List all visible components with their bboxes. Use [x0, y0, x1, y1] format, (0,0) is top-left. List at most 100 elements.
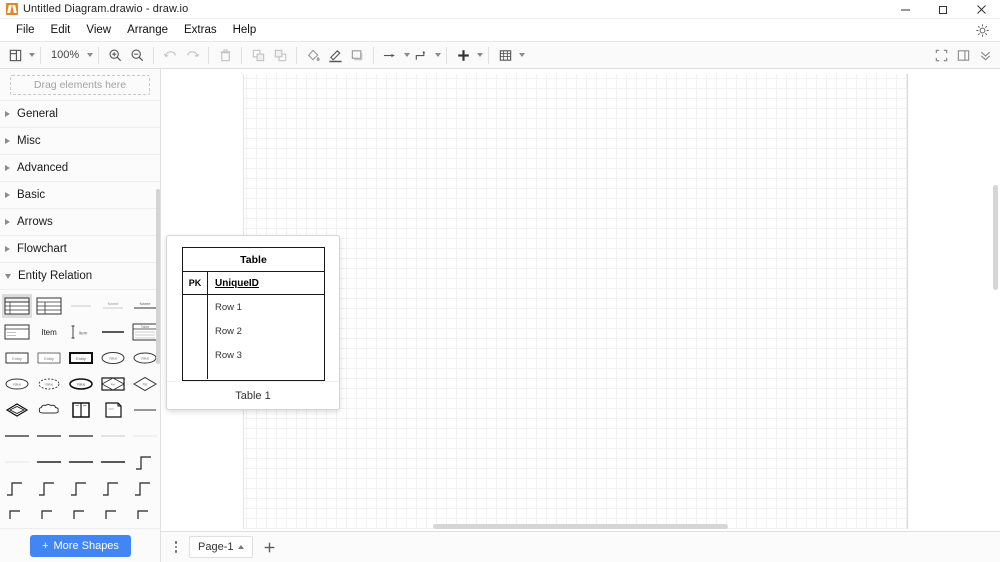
menu-help[interactable]: Help [225, 21, 265, 39]
shape-elbow-connector-1[interactable] [2, 502, 32, 526]
sidebar-section-advanced[interactable]: Advanced [0, 154, 160, 181]
menu-edit[interactable]: Edit [43, 21, 79, 39]
shape-note[interactable] [98, 398, 128, 422]
sidebar-section-arrows[interactable]: Arrows [0, 208, 160, 235]
redo-icon[interactable] [181, 44, 203, 66]
shape-line-variant-3[interactable] [66, 424, 96, 448]
shape-step-connector-4[interactable] [66, 476, 96, 500]
shape-line-variant-5[interactable] [130, 424, 160, 448]
shape-attribute-ellipse[interactable]: Value [98, 346, 128, 370]
insert-dropdown-caret-icon[interactable] [477, 53, 484, 57]
menu-view[interactable]: View [78, 21, 119, 39]
chevrons-down-icon[interactable] [974, 44, 996, 66]
view-dropdown-caret-icon[interactable] [29, 53, 35, 57]
shape-key-attribute-ellipse[interactable]: Value [66, 372, 96, 396]
shape-step-connector-1[interactable] [130, 450, 160, 474]
insert-plus-icon[interactable] [452, 44, 474, 66]
zoom-level-button[interactable]: 100% [46, 44, 84, 66]
fullscreen-icon[interactable] [930, 44, 952, 66]
shape-line-variant-2[interactable] [34, 424, 64, 448]
page-tab-page-1[interactable]: Page-1 [189, 536, 254, 558]
shape-dashed-label-line[interactable]: Name [98, 294, 128, 318]
shape-line-variant-4[interactable] [98, 424, 128, 448]
shape-item-text[interactable]: Item [34, 320, 64, 344]
shape-line-variant-1[interactable] [2, 424, 32, 448]
menu-arrange[interactable]: Arrange [119, 21, 176, 39]
shape-left-bracket-item[interactable]: Item [66, 320, 96, 344]
shape-step-connector-6[interactable] [130, 476, 160, 500]
send-to-back-icon[interactable] [269, 44, 291, 66]
fill-color-icon[interactable] [302, 44, 324, 66]
waypoints-dropdown-caret-icon[interactable] [435, 53, 442, 57]
chevron-up-icon[interactable] [238, 545, 245, 549]
menu-file[interactable]: File [8, 21, 43, 39]
sidebar-section-basic[interactable]: Basic [0, 181, 160, 208]
vertical-dots-icon[interactable] [167, 536, 185, 558]
shape-row: Value Value Value Rel Rel [1, 371, 159, 397]
sidebar-section-general[interactable]: General [0, 100, 160, 127]
connection-arrow-icon[interactable] [379, 44, 401, 66]
entity-relation-shape-grid: Name Name Item Item Table Entity Entity … [0, 289, 160, 527]
menu-extras[interactable]: Extras [176, 21, 225, 39]
view-layout-icon[interactable] [4, 44, 26, 66]
maximize-button[interactable] [924, 0, 962, 19]
minimize-button[interactable] [886, 0, 924, 19]
format-panel-icon[interactable] [952, 44, 974, 66]
shape-table-with-rows[interactable] [2, 294, 32, 318]
shape-elbow-connector-5[interactable] [130, 502, 160, 526]
shape-relationship-in-rect[interactable]: Rel [98, 372, 128, 396]
shape-step-connector-2[interactable] [2, 476, 32, 500]
shape-elbow-connector-4[interactable] [98, 502, 128, 526]
shape-relationship-diamond[interactable]: Rel [130, 372, 160, 396]
shape-step-connector-5[interactable] [98, 476, 128, 500]
canvas-page[interactable] [243, 74, 908, 529]
shape-line-variant-6[interactable] [2, 450, 32, 474]
shadow-icon[interactable] [346, 44, 368, 66]
line-color-icon[interactable] [324, 44, 346, 66]
dot [174, 541, 178, 544]
more-shapes-label: More Shapes [53, 539, 119, 552]
shape-entity-rect-thin[interactable]: Entity [34, 346, 64, 370]
table-grid-icon[interactable] [494, 44, 516, 66]
trash-icon[interactable] [214, 44, 236, 66]
shape-table-with-columns[interactable] [34, 294, 64, 318]
sidebar-section-flowchart[interactable]: Flowchart [0, 235, 160, 262]
shape-line-variant-8[interactable] [66, 450, 96, 474]
shape-diamond-outline[interactable] [2, 398, 32, 422]
shape-entity-rect-bold[interactable]: Entity [66, 346, 96, 370]
add-page-button[interactable] [257, 536, 281, 558]
sidebar-section-entity-relation[interactable]: Entity Relation [0, 262, 160, 289]
sidebar-section-label: Entity Relation [18, 270, 93, 282]
svg-text:Item: Item [79, 331, 88, 336]
canvas-horizontal-scrollbar[interactable] [433, 524, 728, 529]
shape-plain-line[interactable] [130, 398, 160, 422]
shape-attribute-ellipse-3[interactable]: Value [2, 372, 32, 396]
zoom-in-icon[interactable] [104, 44, 126, 66]
shape-entity-rect[interactable]: Entity [2, 346, 32, 370]
shape-elbow-connector-3[interactable] [66, 502, 96, 526]
shape-line-variant-9[interactable] [98, 450, 128, 474]
shape-table-list[interactable] [2, 320, 32, 344]
shape-derived-attribute-dashed-ellipse[interactable]: Value [34, 372, 64, 396]
zoom-dropdown-caret-icon[interactable] [87, 53, 94, 57]
canvas-vertical-scrollbar[interactable] [993, 185, 998, 290]
sidebar-section-misc[interactable]: Misc [0, 127, 160, 154]
shape-solid-line[interactable] [98, 320, 128, 344]
shape-step-connector-3[interactable] [34, 476, 64, 500]
close-button[interactable] [962, 0, 1000, 19]
table-dropdown-caret-icon[interactable] [519, 53, 526, 57]
drag-elements-dropzone[interactable]: Drag elements here [10, 75, 150, 95]
more-shapes-button[interactable]: + More Shapes [30, 534, 131, 557]
sun-brightness-icon[interactable] [972, 21, 992, 39]
shape-line-variant-7[interactable] [34, 450, 64, 474]
undo-icon[interactable] [159, 44, 181, 66]
shape-cloud[interactable] [34, 398, 64, 422]
zoom-out-icon[interactable] [126, 44, 148, 66]
bring-to-front-icon[interactable] [247, 44, 269, 66]
er-table-rows: Row 1 Row 2 Row 3 [208, 295, 324, 379]
sidebar-scrollbar[interactable] [156, 189, 160, 364]
shape-thin-divider[interactable] [66, 294, 96, 318]
waypoints-icon[interactable] [410, 44, 432, 66]
shape-split-box[interactable] [66, 398, 96, 422]
shape-elbow-connector-2[interactable] [34, 502, 64, 526]
